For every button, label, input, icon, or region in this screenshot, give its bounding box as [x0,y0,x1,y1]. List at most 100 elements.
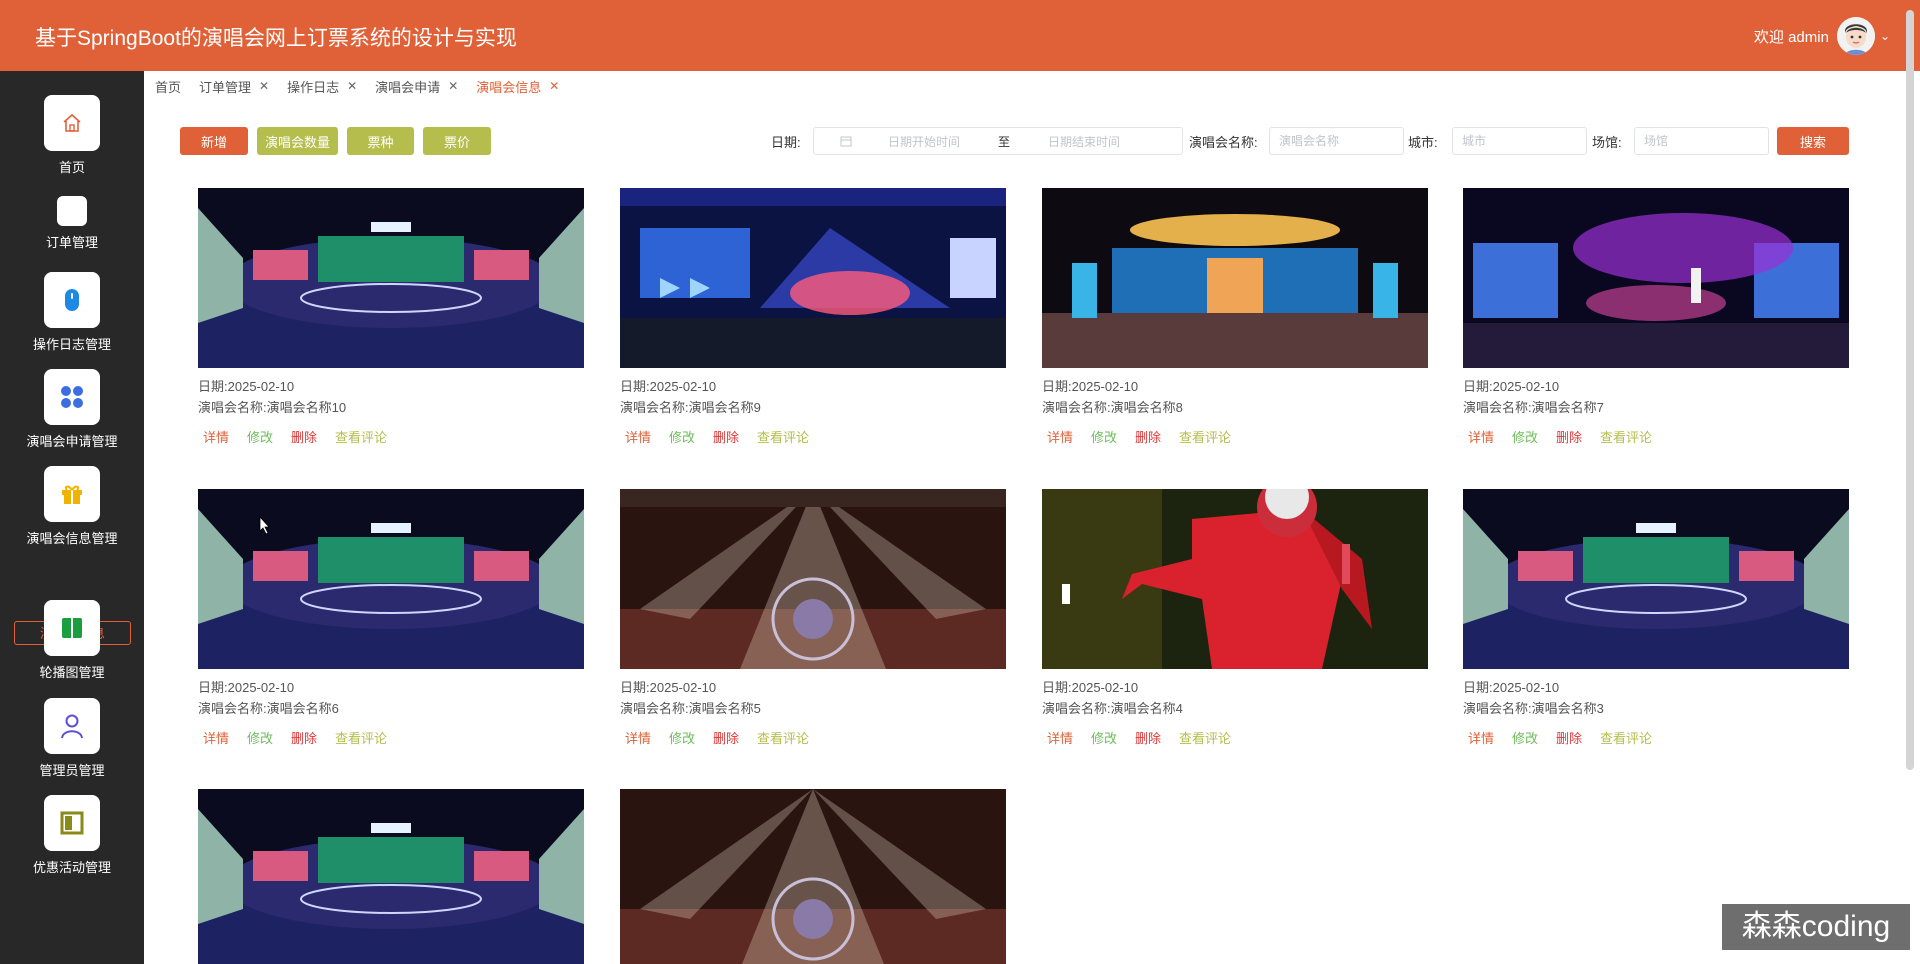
detail-link[interactable]: 详情 [625,427,651,446]
sidebar-item-concert-apply[interactable]: 演唱会申请管理 [0,369,144,450]
edit-link[interactable]: 修改 [669,427,695,446]
concert-image[interactable] [620,489,1006,669]
concert-image[interactable] [620,188,1006,368]
name-label: 演唱会名称: [620,400,689,415]
concert-card: 日期:2025-02-10 演唱会名称:演唱会名称8 详情 修改 删除 查看评论 [1042,188,1428,446]
delete-link[interactable]: 删除 [713,427,739,446]
concert-image[interactable] [1463,188,1849,368]
concert-card: 日期:2025-02-10 演唱会名称:演唱会名称9 详情 修改 删除 查看评论 [620,188,1006,446]
delete-link[interactable]: 删除 [291,728,317,747]
detail-link[interactable]: 详情 [1047,728,1073,747]
concert-name: 演唱会名称8 [1110,400,1183,415]
apps-icon [44,369,100,425]
search-button[interactable]: 搜索 [1777,127,1849,155]
edit-link[interactable]: 修改 [1091,427,1117,446]
concert-name-input[interactable] [1269,127,1404,155]
delete-link[interactable]: 删除 [1556,427,1582,446]
sidebar-item-label: 优惠活动管理 [32,860,111,875]
view-reviews-link[interactable]: 查看评论 [1179,427,1231,446]
concert-image[interactable] [1042,188,1428,368]
sidebar-item-orders[interactable]: 订单管理 [0,196,144,251]
card-actions: 详情 修改 删除 查看评论 [1463,427,1849,446]
view-reviews-link[interactable]: 查看评论 [1600,427,1652,446]
concert-name: 演唱会名称4 [1110,701,1183,716]
chevron-down-icon[interactable]: ⌄ [1880,29,1890,43]
add-button[interactable]: 新增 [180,127,248,155]
sidebar-item-label: 首页 [58,160,85,175]
date-label: 日期: [198,680,228,695]
concert-image[interactable] [198,188,584,368]
sidebar-item-logs[interactable]: 操作日志管理 [0,272,144,353]
detail-link[interactable]: 详情 [203,427,229,446]
detail-link[interactable]: 详情 [625,728,651,747]
page-scrollbar[interactable] [1906,10,1914,770]
tab-concert-apply[interactable]: 演唱会申请 ✕ [375,77,458,96]
city-input[interactable] [1452,127,1587,155]
date-separator: 至 [998,134,1011,149]
card-actions: 详情 修改 删除 查看评论 [1042,728,1428,747]
welcome-text: 欢迎 admin [1753,28,1829,46]
concert-count-button[interactable]: 演唱会数量 [257,127,338,155]
log-icon [44,272,100,328]
tab-concert-info[interactable]: 演唱会信息 ✕ [476,77,559,96]
sidebar-item-label: 操作日志管理 [32,337,111,352]
concert-card [620,789,1006,964]
edit-link[interactable]: 修改 [1512,728,1538,747]
sidebar-item-admins[interactable]: 管理员管理 [0,698,144,779]
concert-image[interactable] [1042,489,1428,669]
name-label: 演唱会名称: [1463,701,1532,716]
close-icon[interactable]: ✕ [259,79,269,93]
delete-link[interactable]: 删除 [1556,728,1582,747]
sidebar-item-home[interactable]: 首页 [0,95,144,176]
concert-image[interactable] [1463,489,1849,669]
edit-link[interactable]: 修改 [247,728,273,747]
user-menu[interactable]: 欢迎 admin ⌄ [1754,17,1890,55]
delete-link[interactable]: 删除 [1135,427,1161,446]
tab-logs[interactable]: 操作日志 ✕ [287,77,357,96]
edit-link[interactable]: 修改 [247,427,273,446]
sidebar: 首页 订单管理 操作日志管理 演唱会申请管理 演唱会信息管理 演唱会信息 轮播图… [0,71,144,964]
view-reviews-link[interactable]: 查看评论 [335,728,387,747]
close-icon[interactable]: ✕ [347,79,357,93]
concert-grid: 日期:2025-02-10 演唱会名称:演唱会名称10 详情 修改 删除 查看评… [198,188,1849,964]
close-icon[interactable]: ✕ [448,79,458,93]
date-start-input[interactable]: 日期开始时间 [854,133,994,150]
venue-input[interactable] [1634,127,1769,155]
view-reviews-link[interactable]: 查看评论 [335,427,387,446]
delete-link[interactable]: 删除 [291,427,317,446]
ticket-type-button[interactable]: 票种 [347,127,414,155]
avatar[interactable] [1836,17,1875,55]
edit-link[interactable]: 修改 [669,728,695,747]
gift-icon [44,466,100,522]
view-reviews-link[interactable]: 查看评论 [757,427,809,446]
sidebar-item-concert-info[interactable]: 演唱会信息管理 [0,466,144,547]
detail-link[interactable]: 详情 [1468,728,1494,747]
concert-image[interactable] [198,489,584,669]
view-reviews-link[interactable]: 查看评论 [1600,728,1652,747]
concert-card: 日期:2025-02-10 演唱会名称:演唱会名称6 详情 修改 删除 查看评论 [198,489,584,747]
detail-link[interactable]: 详情 [1468,427,1494,446]
edit-link[interactable]: 修改 [1091,728,1117,747]
calendar-icon [840,135,854,147]
concert-image[interactable] [620,789,1006,964]
sidebar-item-label: 演唱会申请管理 [26,434,118,449]
detail-link[interactable]: 详情 [1047,427,1073,446]
date-range-picker[interactable]: 日期开始时间 至 日期结束时间 [813,127,1183,155]
edit-link[interactable]: 修改 [1512,427,1538,446]
tab-home[interactable]: 首页 [155,77,181,96]
ticket-price-button[interactable]: 票价 [423,127,491,155]
concert-image[interactable] [198,789,584,964]
delete-link[interactable]: 删除 [713,728,739,747]
view-reviews-link[interactable]: 查看评论 [757,728,809,747]
tab-label: 演唱会申请 [375,79,441,95]
sidebar-item-promotions[interactable]: 优惠活动管理 [0,795,144,876]
close-icon[interactable]: ✕ [549,79,559,93]
date-end-input[interactable]: 日期结束时间 [1014,133,1154,150]
detail-link[interactable]: 详情 [203,728,229,747]
delete-link[interactable]: 删除 [1135,728,1161,747]
tab-orders[interactable]: 订单管理 ✕ [199,77,269,96]
concert-card: 日期:2025-02-10 演唱会名称:演唱会名称4 详情 修改 删除 查看评论 [1042,489,1428,747]
concert-meta: 日期:2025-02-10 演唱会名称:演唱会名称7 [1463,376,1849,418]
view-reviews-link[interactable]: 查看评论 [1179,728,1231,747]
sidebar-item-carousel[interactable]: 轮播图管理 [0,600,144,681]
